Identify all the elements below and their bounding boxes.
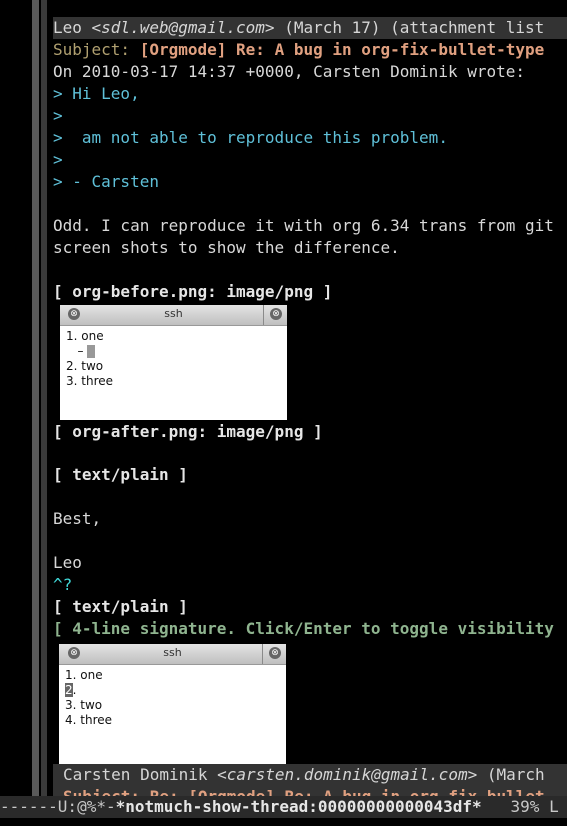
- screenshot-before-image: ⊗ ssh ⊗ 1. one – 2. two 3. three: [60, 305, 287, 420]
- message-subject: Subject: [Orgmode] Re: A bug in org-fix-…: [53, 39, 544, 61]
- quote-line: >: [53, 106, 63, 125]
- list-item: 1. one: [65, 668, 103, 682]
- sender-name: Carsten Dominik: [63, 765, 218, 784]
- ssh-titlebar: ⊗ ssh ⊗: [60, 305, 287, 326]
- buffer-name: *notmuch-show-thread:00000000000043df*: [115, 797, 482, 816]
- close-icon: ⊗: [269, 647, 281, 659]
- body-text: screen shots to show the difference.: [53, 238, 400, 257]
- quote-line: > - Carsten: [53, 172, 159, 191]
- cursor: [87, 345, 96, 358]
- body-text: Leo: [53, 553, 82, 572]
- header-meta: (March: [477, 765, 545, 784]
- body-text: Odd. I can reproduce it with org 6.34 tr…: [53, 216, 554, 235]
- echo-area: [0, 818, 567, 826]
- next-message-subject: Subject: Re: [Orgmode] Re: A bug in org-…: [53, 786, 567, 796]
- screenshot-after-image: ⊗ ssh ⊗ 1. one 2. 3. two 4. three: [59, 644, 286, 764]
- attachment-org-after[interactable]: [ org-after.png: image/png ]: [53, 421, 323, 443]
- sender-email: <sdl.web@gmail.com>: [91, 18, 275, 37]
- subject-label: Subject:: [53, 40, 140, 59]
- attachment-text-plain[interactable]: [ text/plain ]: [53, 464, 188, 486]
- list-item: 2. two: [66, 359, 104, 373]
- mode-line[interactable]: ------U:@%*-*notmuch-show-thread:0000000…: [0, 796, 567, 818]
- window-title: ssh: [164, 307, 183, 320]
- list-item: 4. three: [65, 713, 113, 727]
- cursor: 2: [65, 683, 73, 697]
- next-message-header[interactable]: Carsten Dominik <carsten.dominik@gmail.c…: [53, 764, 567, 786]
- list-item-bullet: –: [66, 344, 281, 359]
- message-header-from[interactable]: Leo <sdl.web@gmail.com> (March 17) (atta…: [53, 17, 567, 39]
- buffer-position: 39% L: [481, 797, 559, 816]
- signature-toggle-button[interactable]: [ 4-line signature. Click/Enter to toggl…: [53, 618, 554, 640]
- quote-line: > Hi Leo,: [53, 84, 140, 103]
- sender-email: <carsten.dominik@gmail.com>: [217, 765, 478, 784]
- control-char: ^?: [53, 575, 73, 594]
- window-title: ssh: [163, 646, 182, 659]
- message-view[interactable]: Leo <sdl.web@gmail.com> (March 17) (atta…: [53, 0, 567, 796]
- close-icon: ⊗: [270, 308, 282, 320]
- left-window: [0, 0, 34, 796]
- header-meta: (March 17) (attachment list: [274, 18, 545, 37]
- list-item: 2.: [65, 683, 77, 697]
- attachment-org-before[interactable]: [ org-before.png: image/png ]: [53, 281, 332, 303]
- window-divider[interactable]: [32, 0, 39, 796]
- titlebar-divider: [263, 305, 264, 325]
- attachment-text-plain[interactable]: [ text/plain ]: [53, 596, 188, 618]
- body-text: Best,: [53, 509, 102, 528]
- titlebar-divider: [262, 644, 263, 664]
- subject-text: [Orgmode] Re: A bug in org-fix-bullet-ty…: [139, 40, 545, 59]
- terminal-content: 1. one – 2. two 3. three: [60, 326, 287, 392]
- left-fringe: [41, 0, 47, 796]
- list-item: 1. one: [66, 329, 104, 343]
- ssh-titlebar: ⊗ ssh ⊗: [59, 644, 286, 665]
- citation-line: On 2010-03-17 14:37 +0000, Carsten Domin…: [53, 62, 526, 81]
- sender-name: Leo: [53, 18, 92, 37]
- mode-line-status: ------U:@%*-: [0, 797, 116, 816]
- list-item: 3. two: [65, 698, 103, 712]
- quote-line: > am not able to reproduce this problem.: [53, 128, 448, 147]
- terminal-content: 1. one 2. 3. two 4. three: [59, 665, 286, 731]
- quote-line: >: [53, 150, 63, 169]
- list-item: 3. three: [66, 374, 114, 388]
